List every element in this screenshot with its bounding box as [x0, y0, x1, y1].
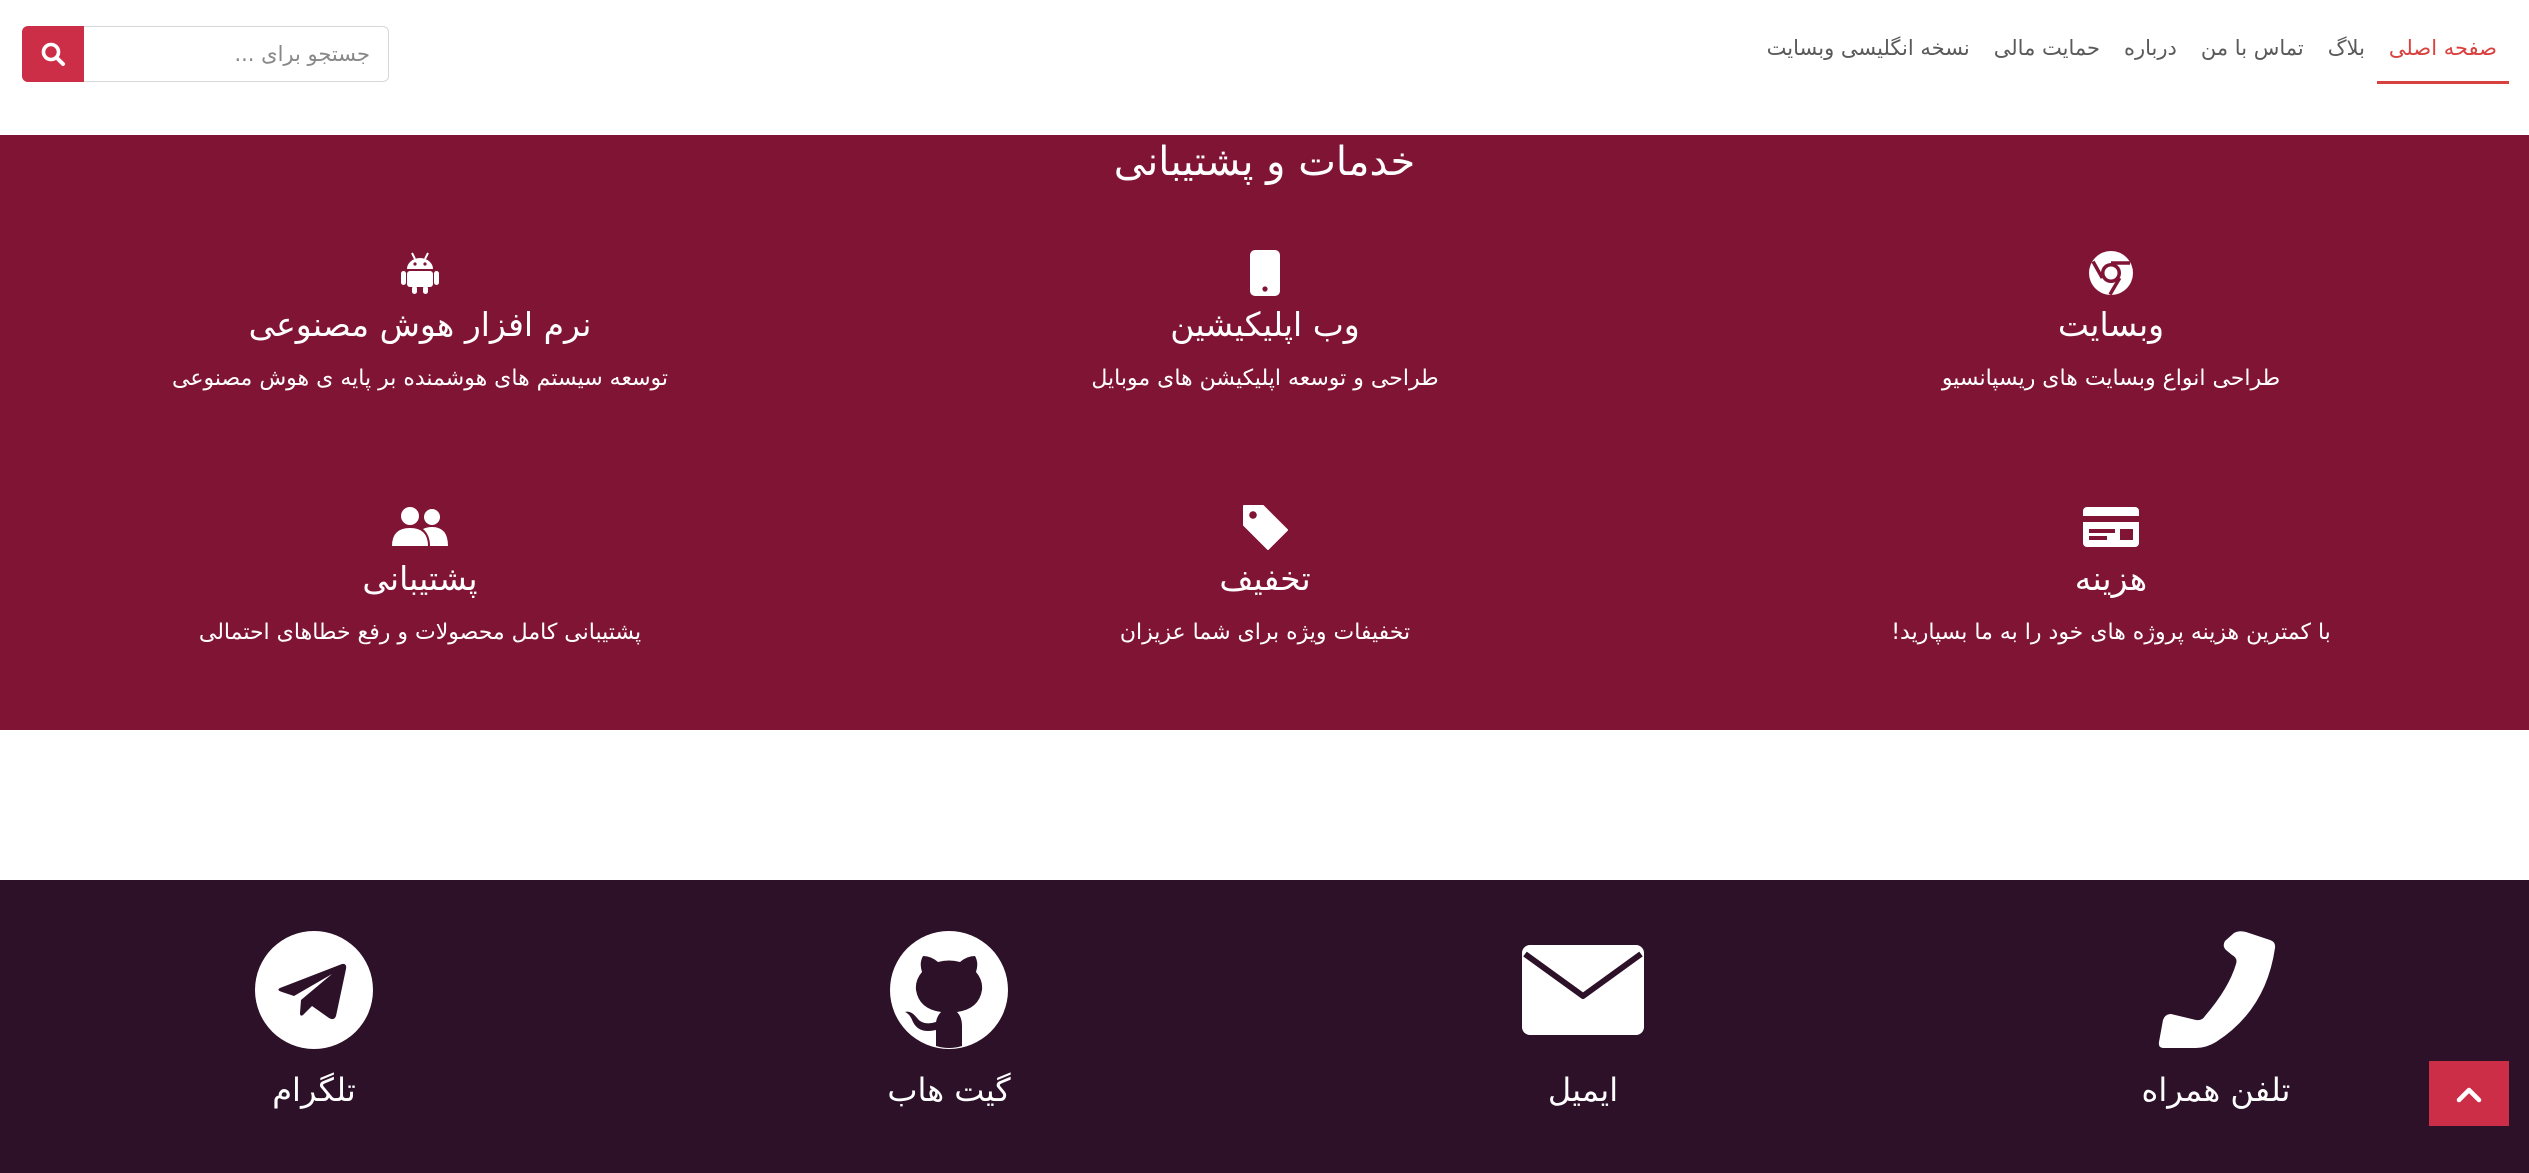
tag-icon	[1243, 505, 1288, 550]
search-button[interactable]	[22, 26, 84, 82]
service-name: نرم افزار هوش مصنوعی	[248, 305, 592, 344]
envelope-icon	[1522, 945, 1644, 1035]
contact-label: گیت هاب	[887, 1071, 1011, 1109]
nav-item-donate[interactable]: حمایت مالی	[1982, 26, 2112, 84]
chrome-icon	[2089, 251, 2133, 296]
nav-item-contact[interactable]: تماس با من	[2189, 26, 2316, 84]
contact-phone[interactable]: تلفن همراه	[2066, 925, 2366, 1109]
service-name: وب اپلیکیشین	[1170, 305, 1360, 344]
search-input[interactable]	[84, 26, 389, 82]
service-website: وبسایت طراحی انواع وبسایت های ریسپانسیو	[1761, 247, 2461, 391]
service-ai-software: نرم افزار هوش مصنوعی توسعه سیستم های هوش…	[70, 247, 770, 391]
service-desc: پشتیبانی کامل محصولات و رفع خطاهای احتما…	[198, 620, 642, 645]
contact-label: تلفن همراه	[2141, 1071, 2291, 1109]
service-desc: طراحی انواع وبسایت های ریسپانسیو	[1941, 366, 2281, 391]
service-web-app: وب اپلیکیشین طراحی و توسعه اپلیکیشن های …	[915, 247, 1615, 391]
chevron-up-icon	[2456, 1087, 2482, 1102]
contact-label: ایمیل	[1547, 1071, 1619, 1109]
nav-item-home[interactable]: صفحه اصلی	[2376, 26, 2509, 84]
service-desc: توسعه سیستم های هوشمنده بر پایه ی هوش مص…	[172, 366, 668, 391]
service-desc: تخفیفات ویژه برای شما عزیزان	[1119, 620, 1411, 645]
service-name: هزینه	[2074, 559, 2148, 598]
site-header: صفحه اصلی بلاگ تماس با من درباره حمایت م…	[0, 0, 2529, 135]
service-cost: هزینه با کمترین هزینه پروژه های خود را ب…	[1761, 501, 2461, 645]
services-title: خدمات و پشتیبانی	[1113, 139, 1416, 185]
contact-label: تلگرام	[272, 1071, 356, 1109]
search-icon	[41, 42, 65, 66]
github-icon	[890, 931, 1008, 1049]
nav-item-blog[interactable]: بلاگ	[2316, 26, 2377, 84]
search-form	[22, 26, 389, 82]
service-desc: طراحی و توسعه اپلیکیشن های موبایل	[1091, 366, 1439, 391]
users-icon	[392, 507, 448, 546]
credit-card-icon	[2083, 507, 2139, 547]
service-discount: تخفیف تخفیفات ویژه برای شما عزیزان	[915, 501, 1615, 645]
scroll-top-button[interactable]	[2429, 1061, 2509, 1126]
services-section: خدمات و پشتیبانی وبسایت طراحی انواع وبسا…	[0, 135, 2529, 730]
android-icon	[401, 252, 439, 294]
telegram-icon	[255, 931, 373, 1049]
mobile-icon	[1250, 250, 1280, 296]
phone-icon	[2158, 931, 2276, 1048]
contact-section: تلفن همراه ایمیل گیت هاب تلگرام	[0, 880, 2529, 1173]
contact-telegram[interactable]: تلگرام	[164, 925, 464, 1109]
service-name: وبسایت	[2057, 305, 2165, 344]
main-nav: صفحه اصلی بلاگ تماس با من درباره حمایت م…	[1755, 26, 2509, 84]
contact-github[interactable]: گیت هاب	[799, 925, 1099, 1109]
service-support: پشتیبانی پشتیبانی کامل محصولات و رفع خطا…	[70, 501, 770, 645]
nav-item-about[interactable]: درباره	[2112, 26, 2189, 84]
contact-email[interactable]: ایمیل	[1433, 925, 1733, 1109]
service-name: پشتیبانی	[362, 559, 478, 598]
service-desc: با کمترین هزینه پروژه های خود را به ما ب…	[1891, 620, 2331, 645]
nav-item-english-version[interactable]: نسخه انگلیسی وبسایت	[1755, 26, 1982, 84]
service-name: تخفیف	[1219, 559, 1311, 598]
